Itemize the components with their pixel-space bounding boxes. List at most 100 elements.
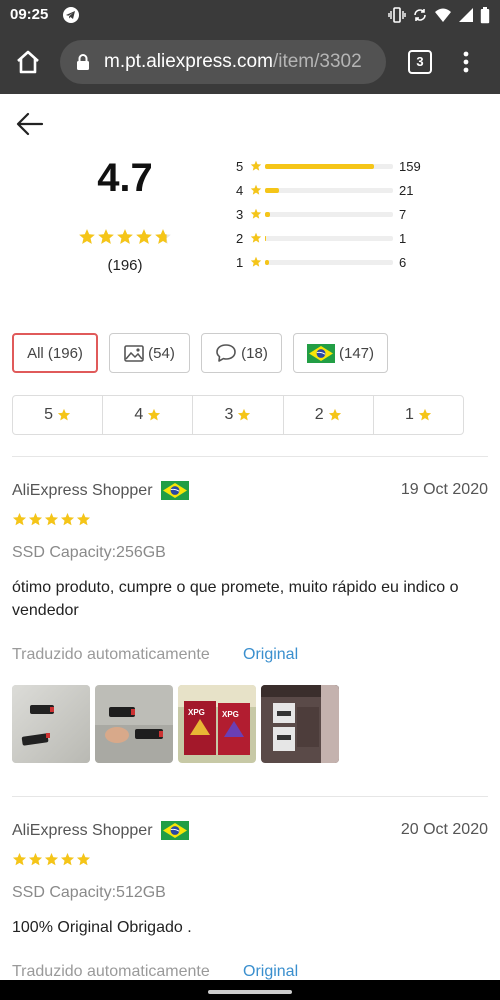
star-filter-2[interactable]: 2 [284,396,374,434]
svg-text:XPG: XPG [188,708,205,717]
sync-icon [414,9,426,21]
review-stars [12,512,91,527]
status-time: 09:25 [10,6,49,23]
distribution-track [265,260,393,265]
star-icon [136,229,152,244]
review-photo[interactable]: XPG XPG [178,685,256,763]
star-icon [45,512,58,526]
filter-all-chip[interactable]: All (196) [12,333,98,373]
star-icon [250,256,262,267]
svg-text:XPG: XPG [222,710,239,719]
divider [12,796,488,797]
distribution-count: 6 [399,255,407,270]
filter-country-count: (147) [338,344,375,362]
comment-icon [216,344,236,362]
gesture-handle[interactable] [208,990,292,994]
brazil-flag-icon [160,821,189,840]
distribution-track [265,212,393,217]
filter-country-chip[interactable]: (147) [293,333,388,373]
star-filter-1[interactable]: 1 [374,396,463,434]
distribution-row: 21 [236,228,486,252]
distribution-count: 159 [399,159,421,174]
telegram-icon [63,7,79,23]
url-path: /item/3302 [272,51,362,72]
star-icon [13,852,26,866]
url-domain: m.pt.aliexpress.com [104,51,273,72]
review-card: AliExpress Shopper 20 Oct 2020 SSD Capac… [12,821,488,981]
home-icon[interactable] [14,48,42,76]
tab-switcher-button[interactable]: 3 [408,50,432,74]
auto-translated-label: Traduzido automaticamente [12,646,210,663]
image-icon [124,344,144,362]
star-filter-label: 4 [134,406,144,423]
star-icon [148,408,161,421]
average-rating: 4.7 [97,156,153,200]
status-bar: 09:25 [0,0,500,30]
distribution-fill [265,164,374,169]
distribution-fill [265,260,269,265]
auto-translated-label: Traduzido automaticamente [12,963,210,980]
distribution-star-label: 4 [236,183,244,198]
star-filter-3[interactable]: 3 [193,396,284,434]
star-filter-label: 5 [44,406,54,423]
battery-icon [480,6,490,23]
navigation-bar [0,980,500,1000]
star-icon [77,852,90,866]
browser-toolbar: m.pt.aliexpress.com/item/3302 3 [0,30,500,94]
distribution-count: 21 [399,183,414,198]
distribution-star-label: 2 [236,231,244,246]
star-filter-5[interactable]: 5 [13,396,104,434]
review-date: 20 Oct 2020 [400,821,488,838]
star-icon [79,229,95,244]
filter-photos-chip[interactable]: (54) [109,333,190,373]
review-author: AliExpress Shopper [12,821,189,840]
review-date: 19 Oct 2020 [400,481,488,498]
more-menu-icon[interactable] [456,48,476,76]
distribution-count: 1 [399,231,407,246]
distribution-fill [265,188,280,193]
distribution-track [265,236,393,241]
review-photo[interactable] [12,685,90,763]
signal-icon [459,8,473,22]
back-arrow-icon[interactable] [14,110,46,138]
view-original-link[interactable]: Original [243,963,298,981]
star-icon [61,852,74,866]
filter-comments-count: (18) [241,344,268,362]
star-icon [418,408,431,421]
divider [12,456,488,457]
review-author: AliExpress Shopper [12,481,189,500]
star-icon [238,408,251,421]
star-icon [57,408,71,421]
vibrate-icon [388,7,406,23]
distribution-star-label: 3 [236,207,244,222]
wifi-icon [435,8,451,22]
address-bar[interactable]: m.pt.aliexpress.com/item/3302 [60,40,386,84]
url-text: m.pt.aliexpress.com/item/3302 [104,51,362,73]
distribution-count: 7 [399,207,407,222]
review-photo[interactable] [261,685,339,763]
review-photo[interactable] [95,685,173,763]
star-icon [29,852,42,866]
star-icon [155,229,171,244]
filter-comments-chip[interactable]: (18) [201,333,282,373]
review-stars [12,852,91,867]
star-filter-4[interactable]: 4 [103,396,194,434]
distribution-star-label: 1 [236,255,244,270]
star-icon [250,160,262,171]
distribution-track [265,188,393,193]
star-icon [77,512,90,526]
distribution-row: 37 [236,204,486,228]
review-photos: XPG XPG [12,685,339,763]
distribution-fill [265,236,267,241]
star-icon [117,229,133,244]
review-author-name: AliExpress Shopper [12,481,153,499]
distribution-star-label: 5 [236,159,244,174]
star-filter-label: 1 [404,406,414,423]
star-icon [250,208,262,219]
filter-photos-count: (54) [148,344,175,362]
star-icon [250,232,262,243]
distribution-fill [265,212,271,217]
view-original-link[interactable]: Original [243,646,298,664]
distribution-row: 16 [236,252,486,276]
star-icon [29,512,42,526]
